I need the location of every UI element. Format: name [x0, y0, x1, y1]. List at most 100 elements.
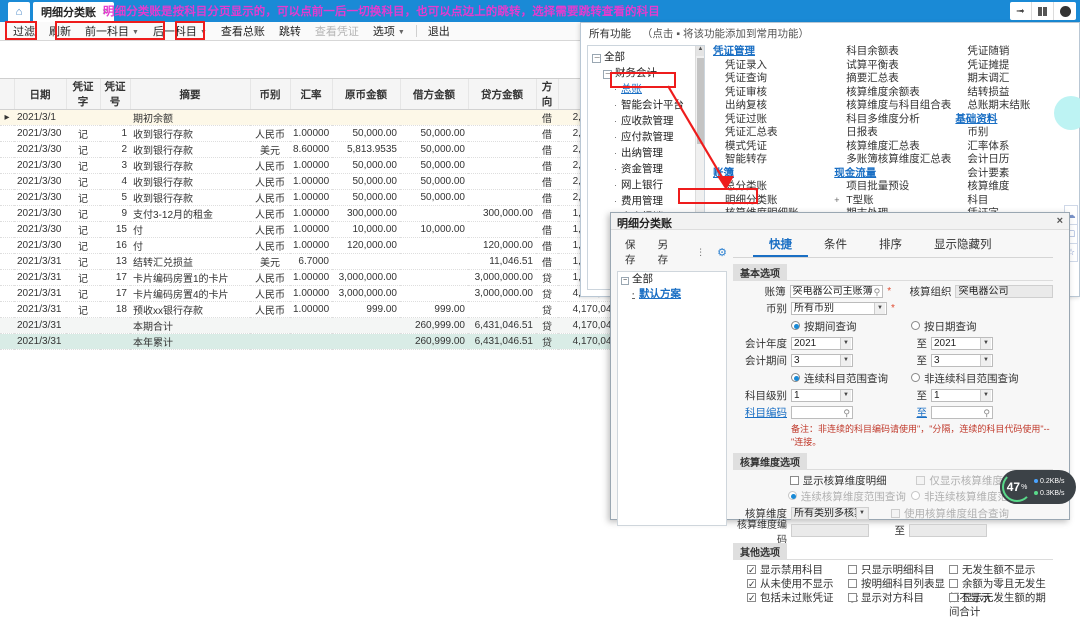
function-item[interactable]: 模式凭证 — [711, 140, 832, 154]
table-row[interactable]: 2021/3/30记1收到银行存款人民币1.0000050,000.0050,0… — [0, 126, 646, 142]
other-option-checkbox[interactable]: 按明细科目列表显示 — [848, 577, 949, 591]
tree-node[interactable]: ·应收款管理 — [592, 113, 704, 129]
function-item[interactable]: 明细分类账 — [711, 194, 832, 208]
function-item[interactable]: 凭证随销 — [953, 45, 1074, 59]
dialog-close-icon[interactable]: × — [1057, 215, 1063, 227]
tree-node[interactable]: ·智能会计平台 — [592, 97, 704, 113]
column-header[interactable]: 摘要 — [130, 79, 250, 110]
function-item[interactable]: 科目 — [953, 194, 1074, 208]
column-header[interactable]: 原币金额 — [332, 79, 400, 110]
function-item[interactable]: 项目批量预设 — [832, 180, 953, 194]
function-item[interactable]: 摘要汇总表 — [832, 72, 953, 86]
function-item[interactable]: 汇率体系 — [953, 140, 1074, 154]
table-row[interactable]: 2021/3/31记17卡片编码房置1的卡片人民币1.000003,000,00… — [0, 270, 646, 286]
dlg-account-code-input[interactable]: ⚲ — [791, 406, 853, 419]
dlg-level-select[interactable]: 1▼ — [791, 389, 853, 402]
dlg-account-code-label[interactable]: 科目编码 — [733, 405, 791, 420]
function-item[interactable]: 核算维度余额表 — [832, 86, 953, 100]
tree-node[interactable]: －财务会计 — [592, 65, 704, 81]
chevron-double-down-icon[interactable]: ➟ — [1010, 2, 1032, 20]
column-header[interactable]: 贷方金额 — [468, 79, 536, 110]
dlg-year-select[interactable]: 2021▼ — [791, 337, 853, 350]
dlg-account-code-to-label[interactable]: 至 — [853, 405, 931, 420]
chevron-down-icon[interactable]: ▼ — [980, 390, 991, 401]
function-item[interactable]: 核算维度与科目组合表 — [832, 99, 953, 113]
table-row[interactable]: ▸2021/3/1期初余额借2,000,000.00 — [0, 110, 646, 126]
save-button[interactable]: 保存 — [625, 237, 646, 267]
chevron-down-icon[interactable]: ▼ — [840, 338, 851, 349]
tree-node[interactable]: ·总账 — [592, 81, 704, 97]
column-header[interactable]: 日期 — [14, 79, 66, 110]
toolbar-options[interactable]: 选项▼ — [366, 21, 412, 41]
toolbar-filter[interactable]: 过滤 — [6, 21, 42, 41]
function-item[interactable]: 总分类账 — [711, 180, 832, 194]
dlg-period-select[interactable]: 3▼ — [791, 354, 853, 367]
other-option-checkbox[interactable]: 显示禁用科目 — [747, 563, 848, 577]
function-item[interactable]: 期末调汇 — [953, 72, 1074, 86]
search-icon[interactable]: ⚲ — [843, 407, 850, 419]
tree-node[interactable]: ·资金管理 — [592, 161, 704, 177]
tree-node[interactable]: ·应付款管理 — [592, 129, 704, 145]
toolbar-prev-account[interactable]: 前一科目▼ — [78, 21, 146, 41]
toolbar-next-account[interactable]: 后一科目▼ — [146, 21, 214, 41]
function-item[interactable]: 结转损益 — [953, 86, 1074, 100]
function-item[interactable]: 凭证审核 — [711, 86, 832, 100]
scheme-item-default[interactable]: ·默认方案 — [618, 287, 726, 302]
chevron-down-icon[interactable]: ▼ — [980, 355, 991, 366]
table-row[interactable]: 2021/3/30记16付人民币1.00000120,000.00120,000… — [0, 238, 646, 254]
radio-continuous-range[interactable]: 连续科目范围查询 — [791, 371, 911, 386]
column-header[interactable]: 借方金额 — [400, 79, 468, 110]
other-option-checkbox[interactable]: 只显示明细科目 — [848, 563, 949, 577]
dlg-currency-select[interactable]: 所有币别▼ — [791, 302, 887, 315]
avatar-icon[interactable] — [1054, 2, 1076, 20]
tree-node[interactable]: ·费用管理 — [592, 193, 704, 209]
chevron-down-icon[interactable]: ▼ — [840, 390, 851, 401]
table-row[interactable]: 2021/3/30记5收到银行存款人民币1.0000050,000.0050,0… — [0, 190, 646, 206]
function-item[interactable]: 出纳复核 — [711, 99, 832, 113]
filter-dialog[interactable]: 明细分类账 × 保存 另存 ⋮ ⚙ −全部 ·默认方案 快捷 条件 排序 显示隐… — [610, 212, 1070, 520]
tab-ledger-detail[interactable]: 明细分类账 × — [33, 2, 114, 22]
scheme-root[interactable]: −全部 — [618, 272, 726, 287]
function-item[interactable]: 核算维度 — [953, 180, 1074, 194]
ledger-grid[interactable]: 日期凭证字凭证号摘要币别汇率原币金额借方金额贷方金额方向余额 ▸2021/3/1… — [0, 78, 580, 520]
table-row[interactable]: 2021/3/31记18预收xx银行存款人民币1.00000999.00999.… — [0, 302, 646, 318]
scroll-thumb[interactable] — [697, 58, 704, 144]
grid-icon[interactable] — [1032, 2, 1054, 20]
chevron-down-icon[interactable]: ▼ — [980, 338, 991, 349]
function-item[interactable]: 凭证汇总表 — [711, 126, 832, 140]
checkbox-show-dimension-detail[interactable]: 显示核算维度明细 — [790, 473, 917, 488]
tab-sort[interactable]: 排序 — [863, 234, 918, 257]
table-row[interactable]: 2021/3/31记17卡片编码房置4的卡片人民币1.000003,000,00… — [0, 286, 646, 302]
function-item[interactable]: 核算维度汇总表 — [832, 140, 953, 154]
function-item[interactable]: +T型账 — [832, 194, 953, 208]
function-item[interactable]: 凭证录入 — [711, 59, 832, 73]
tab-quick[interactable]: 快捷 — [753, 234, 808, 257]
tab-show-hide-columns[interactable]: 显示隐藏列 — [918, 234, 1008, 257]
dlg-period-to-select[interactable]: 3▼ — [931, 354, 993, 367]
scroll-up-icon[interactable]: ▲ — [696, 46, 705, 56]
other-options-checks[interactable]: 显示禁用科目只显示明细科目无发生额不显示从未使用不显示按明细科目列表显示余额为零… — [733, 563, 1053, 605]
search-icon[interactable]: ⚲ — [983, 407, 990, 419]
table-row[interactable]: 2021/3/30记15付人民币1.0000010,000.0010,000.0… — [0, 222, 646, 238]
table-row[interactable]: 2021/3/31本期合计260,999.006,431,046.51贷4,17… — [0, 318, 646, 334]
function-group-header[interactable]: 账簿 — [711, 167, 832, 181]
table-row[interactable]: 2021/3/30记9支付3-12月的租金人民币1.00000300,000.0… — [0, 206, 646, 222]
gear-icon[interactable]: ⚙ — [717, 246, 727, 259]
toolbar-jump[interactable]: 跳转 — [272, 21, 308, 41]
function-item[interactable]: 凭证查询 — [711, 72, 832, 86]
toolbar-exit[interactable]: 退出 — [421, 21, 457, 41]
function-item[interactable]: 凭证过账 — [711, 113, 832, 127]
function-item[interactable]: 日报表 — [832, 126, 953, 140]
function-item[interactable]: 科目余额表 — [832, 45, 953, 59]
chevron-down-icon[interactable]: ▼ — [874, 303, 885, 314]
chevron-down-icon[interactable]: ▼ — [840, 355, 851, 366]
toolbar-view-general-ledger[interactable]: 查看总账 — [214, 21, 272, 41]
radio-noncontinuous-range[interactable]: 非连续科目范围查询 — [911, 371, 1051, 386]
other-option-checkbox[interactable]: 从未使用不显示 — [747, 577, 848, 591]
table-row[interactable]: 2021/3/30记2收到银行存款美元8.600005,813.953550,0… — [0, 142, 646, 158]
function-item[interactable]: 会计日历 — [953, 153, 1074, 167]
function-item[interactable]: 科目多维度分析 — [832, 113, 953, 127]
column-header[interactable]: 凭证号 — [100, 79, 130, 110]
table-row[interactable]: 2021/3/30记3收到银行存款人民币1.0000050,000.0050,0… — [0, 158, 646, 174]
dlg-book-input[interactable]: 突电器公司主账簿⚲ — [790, 285, 884, 298]
